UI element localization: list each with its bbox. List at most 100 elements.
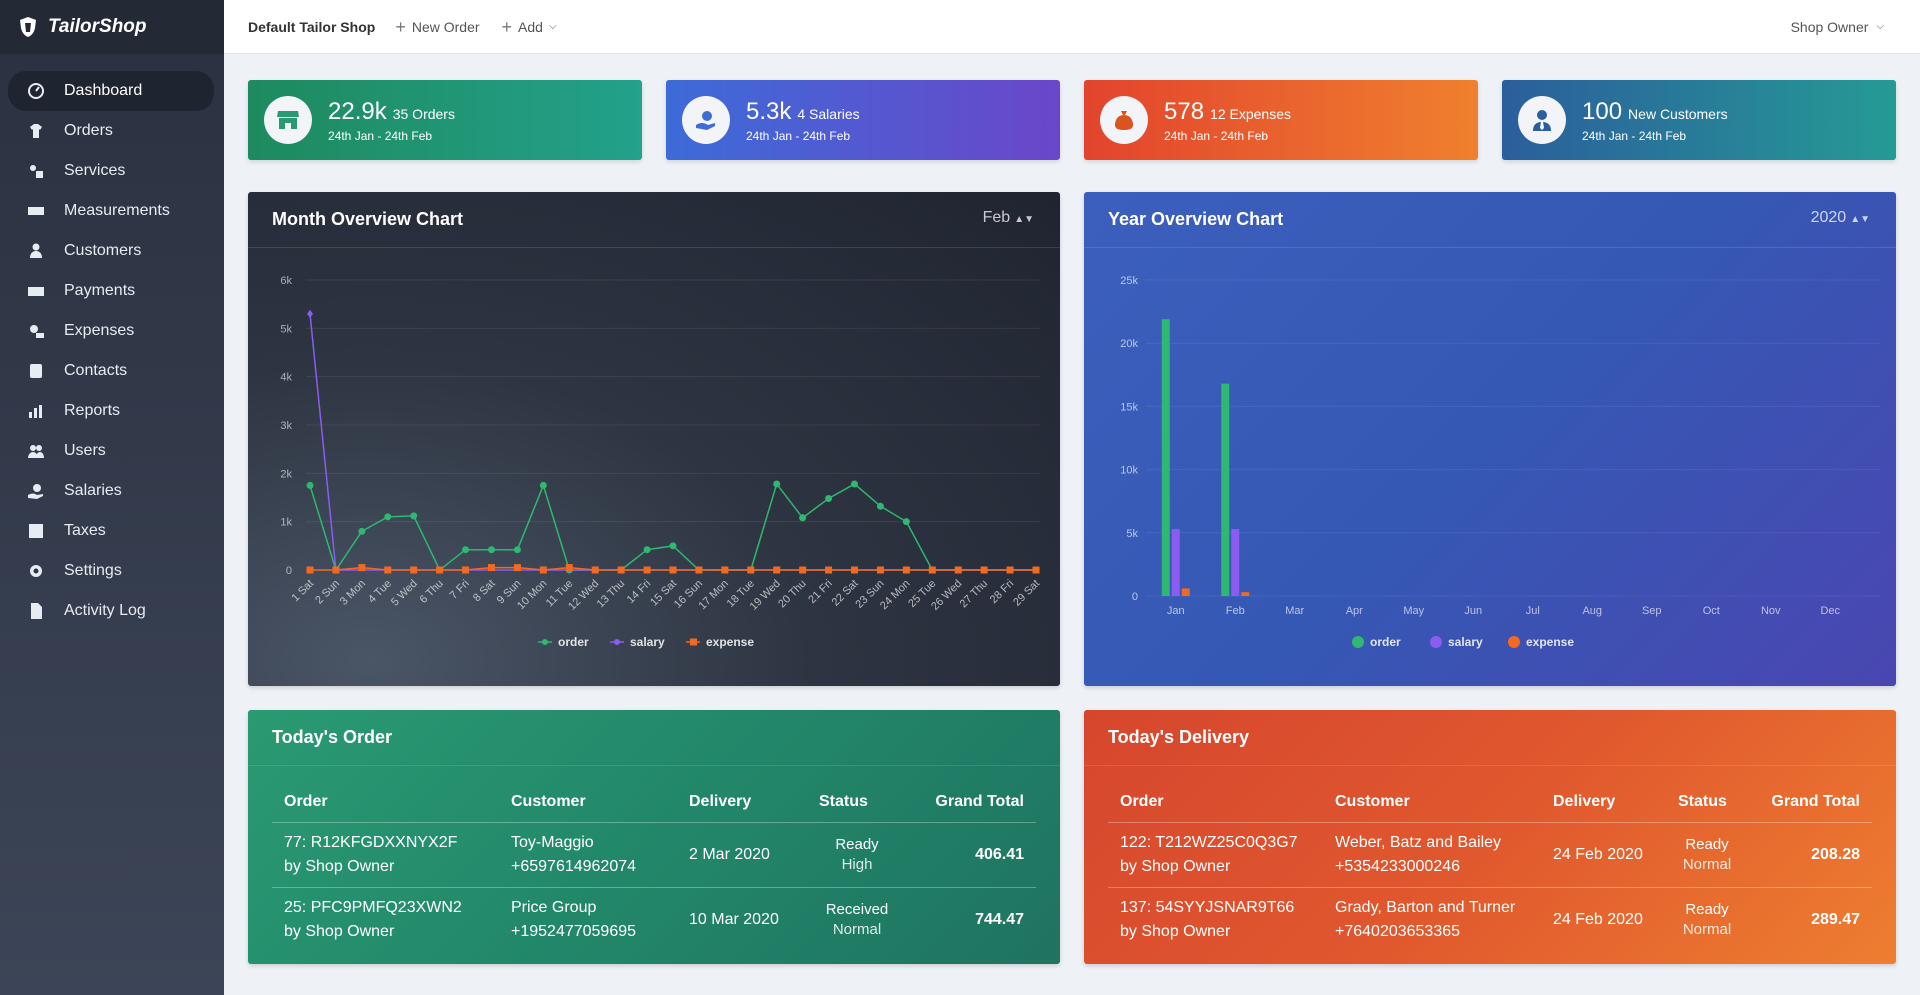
y-tick-label: 5k [1126,528,1138,540]
month-overview-panel: Month Overview Chart Feb ▲▼ 0 1k 2k 3k 4k 5k 6k… [248,192,1060,686]
stat-label: New Customers [1628,105,1728,122]
brand[interactable]: TailorShop [0,0,224,54]
sidebar-item-taxes[interactable]: Taxes [8,511,214,551]
sidebar-item-label: Customers [64,242,142,259]
sidebar-item-expenses[interactable]: Expenses [8,311,214,351]
legend-label-expense: expense [706,635,754,649]
order-number[interactable]: 137: 54SYYJSNAR9T66 [1120,896,1311,920]
data-point-order [799,514,807,522]
order-cell[interactable]: 137: 54SYYJSNAR9T66 by Shop Owner [1108,887,1323,952]
shop-name[interactable]: Default Tailor Shop [248,19,375,35]
sidebar-item-measurements[interactable]: Measurements [8,191,214,231]
sidebar-item-payments[interactable]: Payments [8,271,214,311]
legend-marker-order [1352,636,1364,648]
new-order-button[interactable]: + New Order [395,18,479,36]
data-point-order [876,502,884,510]
y-tick-label: 15k [1120,401,1138,413]
x-tick-label: May [1403,605,1424,617]
salary-hand-icon [682,96,730,144]
sidebar-item-dashboard[interactable]: Dashboard [8,71,214,111]
sidebar-item-label: Contacts [64,362,128,379]
table-row[interactable]: 25: PFC9PMFQ23XWN2 by Shop Owner Price Gr… [272,887,1036,952]
customer-phone: +5354233000246 [1335,857,1461,875]
priority-badge: Normal [1682,920,1732,938]
money-bag-icon [1100,96,1148,144]
money-icon [24,283,48,299]
order-by: by Shop Owner [284,857,395,875]
table-row[interactable]: 77: R12KFGDXXNYX2F by Shop Owner Toy-Magg… [272,822,1036,888]
data-point-expense [773,566,781,574]
legend-marker-salary [614,639,620,645]
sidebar-item-orders[interactable]: Orders [8,111,214,151]
legend-label-order: order [558,635,589,649]
user-menu[interactable]: Shop Owner ⌵ [1791,19,1884,35]
stat-label: 35 Orders [392,105,455,122]
bar-salary [1231,529,1240,596]
sidebar-item-settings[interactable]: Settings [8,551,214,591]
gauge-icon [24,83,48,99]
col-status: Status [1666,782,1748,823]
stat-card-expenses[interactable]: 578 12 Expenses 24th Jan - 24th Feb [1084,80,1478,160]
x-tick-label: 6 Thu [418,578,446,606]
sidebar-item-services[interactable]: Services [8,151,214,191]
add-dropdown[interactable]: + Add ⌵ [502,18,557,36]
data-point-order [306,481,314,489]
order-by: by Shop Owner [1120,857,1231,875]
y-tick-label: 5k [280,323,292,335]
expense-icon [24,323,48,339]
y-tick-label: 20k [1120,338,1138,350]
order-cell[interactable]: 122: T212WZ25C0Q3G7 by Shop Owner [1108,822,1323,888]
stat-card-salaries[interactable]: 5.3k 4 Salaries 24th Jan - 24th Feb [666,80,1060,160]
delivery-date: 10 Mar 2020 [689,910,779,928]
sidebar-item-activity-log[interactable]: Activity Log [8,591,214,631]
col-status: Status [807,782,907,823]
salary-icon [24,483,48,499]
y-tick-label: 1k [280,517,292,529]
grand-total: 289.47 [1811,910,1860,928]
customer-phone: +1952477059695 [511,922,637,940]
sidebar-item-label: Users [64,442,106,459]
data-point-expense [332,566,340,574]
status-cell: Received Normal [807,887,907,952]
topbar: Default Tailor Shop + New Order + Add ⌵ … [224,0,1920,54]
sidebar-item-reports[interactable]: Reports [8,391,214,431]
y-tick-label: 0 [286,565,292,577]
gear-icon [24,563,48,579]
stat-card-customers[interactable]: 100 New Customers 24th Jan - 24th Feb [1502,80,1896,160]
x-tick-label: 5 Wed [389,578,420,609]
x-tick-label: 3 Mon [338,578,368,608]
order-number[interactable]: 122: T212WZ25C0Q3G7 [1120,831,1311,855]
series-line-salary [309,313,1036,571]
table-row[interactable]: 137: 54SYYJSNAR9T66 by Shop Owner Grady, … [1108,887,1872,952]
table-row[interactable]: 122: T212WZ25C0Q3G7 by Shop Owner Weber, … [1108,822,1872,888]
order-number[interactable]: 77: R12KFGDXXNYX2F [284,831,487,855]
sidebar-item-label: Salaries [64,482,122,499]
stat-card-orders[interactable]: 22.9k 35 Orders 24th Jan - 24th Feb [248,80,642,160]
customer-name[interactable]: Grady, Barton and Turner [1335,896,1529,920]
order-cell[interactable]: 77: R12KFGDXXNYX2F by Shop Owner [272,822,499,888]
brand-name: TailorShop [48,16,147,37]
data-point-expense [384,566,392,574]
legend-marker-expense [1508,636,1520,648]
customer-name[interactable]: Toy-Maggio [511,831,665,855]
order-by: by Shop Owner [284,922,395,940]
legend-marker-order [542,639,548,645]
chevron-down-icon: ⌵ [548,21,557,32]
sidebar-item-customers[interactable]: Customers [8,231,214,271]
customer-name[interactable]: Weber, Batz and Bailey [1335,831,1529,855]
customer-name[interactable]: Price Group [511,896,665,920]
order-cell[interactable]: 25: PFC9PMFQ23XWN2 by Shop Owner [272,887,499,952]
sidebar-item-salaries[interactable]: Salaries [8,471,214,511]
data-point-expense [1032,566,1040,574]
status-cell: Ready Normal [1666,822,1748,888]
sidebar-item-label: Settings [64,562,122,579]
sidebar-item-users[interactable]: Users [8,431,214,471]
order-number[interactable]: 25: PFC9PMFQ23XWN2 [284,896,487,920]
x-tick-label: Sep [1642,605,1662,617]
data-point-expense [747,566,755,574]
sidebar-item-contacts[interactable]: Contacts [8,351,214,391]
table-header-row: Order Customer Delivery Status Grand Tot… [1108,782,1872,823]
x-tick-label: Mar [1285,605,1304,617]
data-point-expense [306,566,314,574]
data-point-order [643,546,651,554]
